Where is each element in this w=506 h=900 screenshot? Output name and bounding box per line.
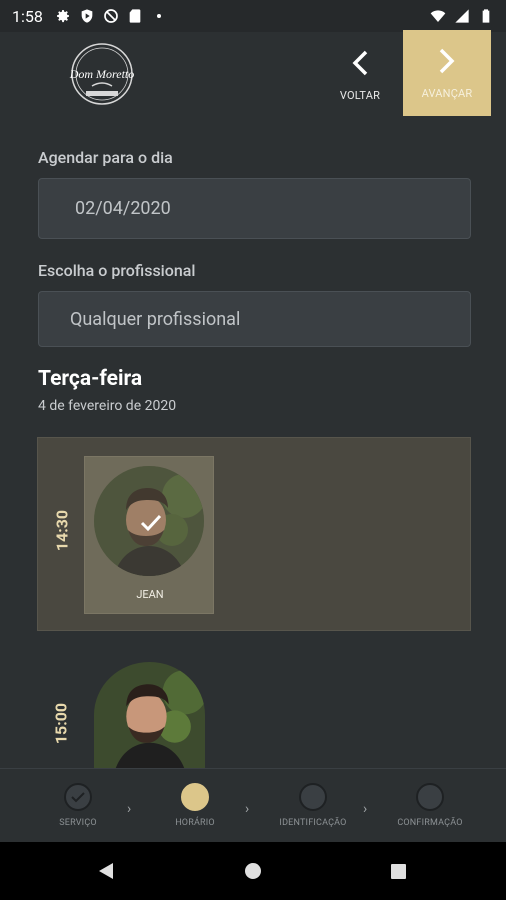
signal-icon	[455, 9, 469, 23]
date-value: 02/04/2020	[75, 198, 171, 219]
professional-card-selected[interactable]: JEAN	[84, 456, 214, 614]
system-nav-bar	[0, 842, 506, 900]
status-time: 1:58	[12, 6, 43, 26]
step-indicator	[416, 783, 444, 811]
chevron-right-icon: ›	[127, 801, 132, 817]
step-indicator	[181, 783, 209, 811]
status-bar: 1:58	[0, 0, 506, 32]
step-label: CONFIRMAÇÃO	[397, 818, 463, 828]
recents-nav-icon[interactable]	[390, 863, 407, 880]
back-nav-icon[interactable]	[96, 861, 116, 881]
step-label: SERVIÇO	[59, 818, 97, 828]
check-icon	[71, 792, 85, 803]
home-nav-icon[interactable]	[244, 862, 262, 880]
app-header: Dom Moretto VOLTAR AVANÇAR	[0, 30, 506, 120]
wifi-icon	[430, 10, 446, 22]
sd-card-icon	[129, 9, 141, 23]
avatar	[94, 466, 204, 576]
back-button[interactable]: VOLTAR	[318, 32, 402, 118]
forward-label: AVANÇAR	[421, 86, 473, 100]
blocked-icon	[104, 9, 118, 23]
professional-avatar[interactable]	[94, 662, 205, 768]
step-indicator	[299, 783, 327, 811]
slot-time: 14:30	[52, 509, 72, 552]
check-icon	[140, 514, 162, 532]
settings-icon	[56, 10, 69, 23]
time-slot-selected: 14:30 JEAN	[37, 437, 471, 631]
step-label: IDENTIFICAÇÃO	[279, 818, 347, 828]
day-title: Terça-feira	[38, 367, 143, 391]
back-label: VOLTAR	[339, 88, 381, 102]
professional-value: Qualquer profissional	[70, 308, 241, 330]
logo-text: Dom Moretto	[69, 67, 135, 81]
chevron-right-icon: ›	[245, 801, 250, 817]
slot-time: 15:00	[51, 702, 71, 745]
chevron-left-icon	[352, 50, 368, 75]
chevron-right-icon	[439, 48, 455, 73]
professional-name: JEAN	[136, 588, 164, 601]
brand-logo: Dom Moretto	[60, 42, 144, 106]
chevron-right-icon: ›	[363, 801, 368, 817]
step-label: HORÁRIO	[175, 818, 215, 828]
date-field[interactable]: 02/04/2020	[38, 178, 471, 239]
forward-button[interactable]: AVANÇAR	[403, 30, 491, 116]
shield-play-icon	[81, 9, 93, 23]
professional-label: Escolha o profissional	[38, 261, 196, 280]
step-indicator	[64, 783, 92, 811]
battery-icon	[482, 9, 490, 23]
day-date: 4 de fevereiro de 2020	[38, 398, 177, 414]
dot-icon	[156, 14, 161, 18]
professional-select[interactable]: Qualquer profissional	[38, 291, 471, 347]
progress-stepper: SERVIÇO › HORÁRIO › IDENTIFICAÇÃO › CONF…	[0, 768, 506, 842]
date-label: Agendar para o dia	[38, 148, 173, 167]
